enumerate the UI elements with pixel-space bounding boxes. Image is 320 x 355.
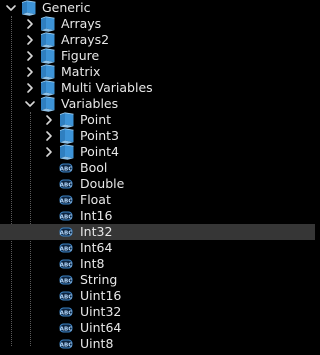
tree-node-label: Generic	[42, 0, 91, 15]
tree-node-label: Uint16	[80, 288, 122, 303]
tree-node-label: Point4	[80, 144, 119, 159]
svg-text:ABC: ABC	[60, 311, 73, 317]
svg-text:ABC: ABC	[60, 247, 73, 253]
chevron-right-icon[interactable]	[43, 146, 55, 158]
tree-node-int8[interactable]: ABC Int8	[0, 256, 315, 272]
tree-node-label: Int8	[80, 256, 105, 271]
tree-node-label: Matrix	[61, 64, 101, 79]
tree-node-label: Int64	[80, 240, 113, 255]
tree-node-figure[interactable]: Figure	[0, 48, 315, 64]
tree-node-label: Int16	[80, 208, 113, 223]
tree-node-label: Arrays	[61, 16, 102, 31]
svg-text:ABC: ABC	[60, 199, 73, 205]
tree-node-label: Arrays2	[61, 32, 110, 47]
svg-text:ABC: ABC	[60, 279, 73, 285]
tree-node-point3[interactable]: Point3	[0, 128, 315, 144]
chevron-right-icon[interactable]	[43, 130, 55, 142]
svg-text:ABC: ABC	[60, 263, 73, 269]
chevron-right-icon[interactable]	[24, 66, 36, 78]
tree-node-label: Int32	[80, 224, 113, 239]
tree-node-double[interactable]: ABC Double	[0, 176, 315, 192]
tree-node-variables[interactable]: Variables	[0, 96, 315, 112]
tree-node-uint64[interactable]: ABC Uint64	[0, 320, 315, 336]
tree-node-label: Uint32	[80, 304, 122, 319]
tree-node-label: Double	[80, 176, 125, 191]
chevron-down-icon[interactable]	[24, 98, 36, 110]
chevron-right-icon[interactable]	[24, 50, 36, 62]
svg-text:ABC: ABC	[60, 231, 73, 237]
tree-node-uint32[interactable]: ABC Uint32	[0, 304, 315, 320]
tree-node-uint16[interactable]: ABC Uint16	[0, 288, 315, 304]
tree-node-arrays[interactable]: Arrays	[0, 16, 315, 32]
chevron-right-icon[interactable]	[24, 82, 36, 94]
tree-node-int32[interactable]: ABC Int32	[0, 224, 315, 240]
svg-text:ABC: ABC	[60, 343, 73, 349]
svg-text:ABC: ABC	[60, 327, 73, 333]
tree-node-generic[interactable]: Generic	[0, 0, 315, 16]
tree-node-int64[interactable]: ABC Int64	[0, 240, 315, 256]
tree-node-int16[interactable]: ABC Int16	[0, 208, 315, 224]
tree-node-point[interactable]: Point	[0, 112, 315, 128]
tree-node-label: Uint8	[80, 336, 114, 351]
chevron-right-icon[interactable]	[43, 114, 55, 126]
chevron-right-icon[interactable]	[24, 18, 36, 30]
tree-node-label: Uint64	[80, 320, 122, 335]
tree-node-label: Figure	[61, 48, 100, 63]
tree-node-label: Point3	[80, 128, 119, 143]
tree-node-label: Point	[80, 112, 112, 127]
tree-node-point4[interactable]: Point4	[0, 144, 315, 160]
svg-text:ABC: ABC	[60, 167, 73, 173]
tree-node-string[interactable]: ABC String	[0, 272, 315, 288]
tree-node-label: Multi Variables	[61, 80, 153, 95]
tree-view: Generic Arrays Arrays2 Figure Matrix Multi Va…	[0, 0, 315, 352]
svg-text:ABC: ABC	[60, 215, 73, 221]
tree-node-label: Bool	[80, 160, 108, 175]
tree-node-matrix[interactable]: Matrix	[0, 64, 315, 80]
tree-node-label: Variables	[61, 96, 119, 111]
tree-node-label: Float	[80, 192, 111, 207]
tree-node-float[interactable]: ABC Float	[0, 192, 315, 208]
tree-node-bool[interactable]: ABC Bool	[0, 160, 315, 176]
svg-text:ABC: ABC	[60, 183, 73, 189]
svg-text:ABC: ABC	[60, 295, 73, 301]
chevron-down-icon[interactable]	[5, 2, 17, 14]
tree-node-multi-variables[interactable]: Multi Variables	[0, 80, 315, 96]
tree-node-arrays2[interactable]: Arrays2	[0, 32, 315, 48]
variable-icon: ABC	[58, 336, 74, 355]
tree-node-label: String	[80, 272, 118, 287]
tree-node-uint8[interactable]: ABC Uint8	[0, 336, 315, 352]
chevron-right-icon[interactable]	[24, 34, 36, 46]
